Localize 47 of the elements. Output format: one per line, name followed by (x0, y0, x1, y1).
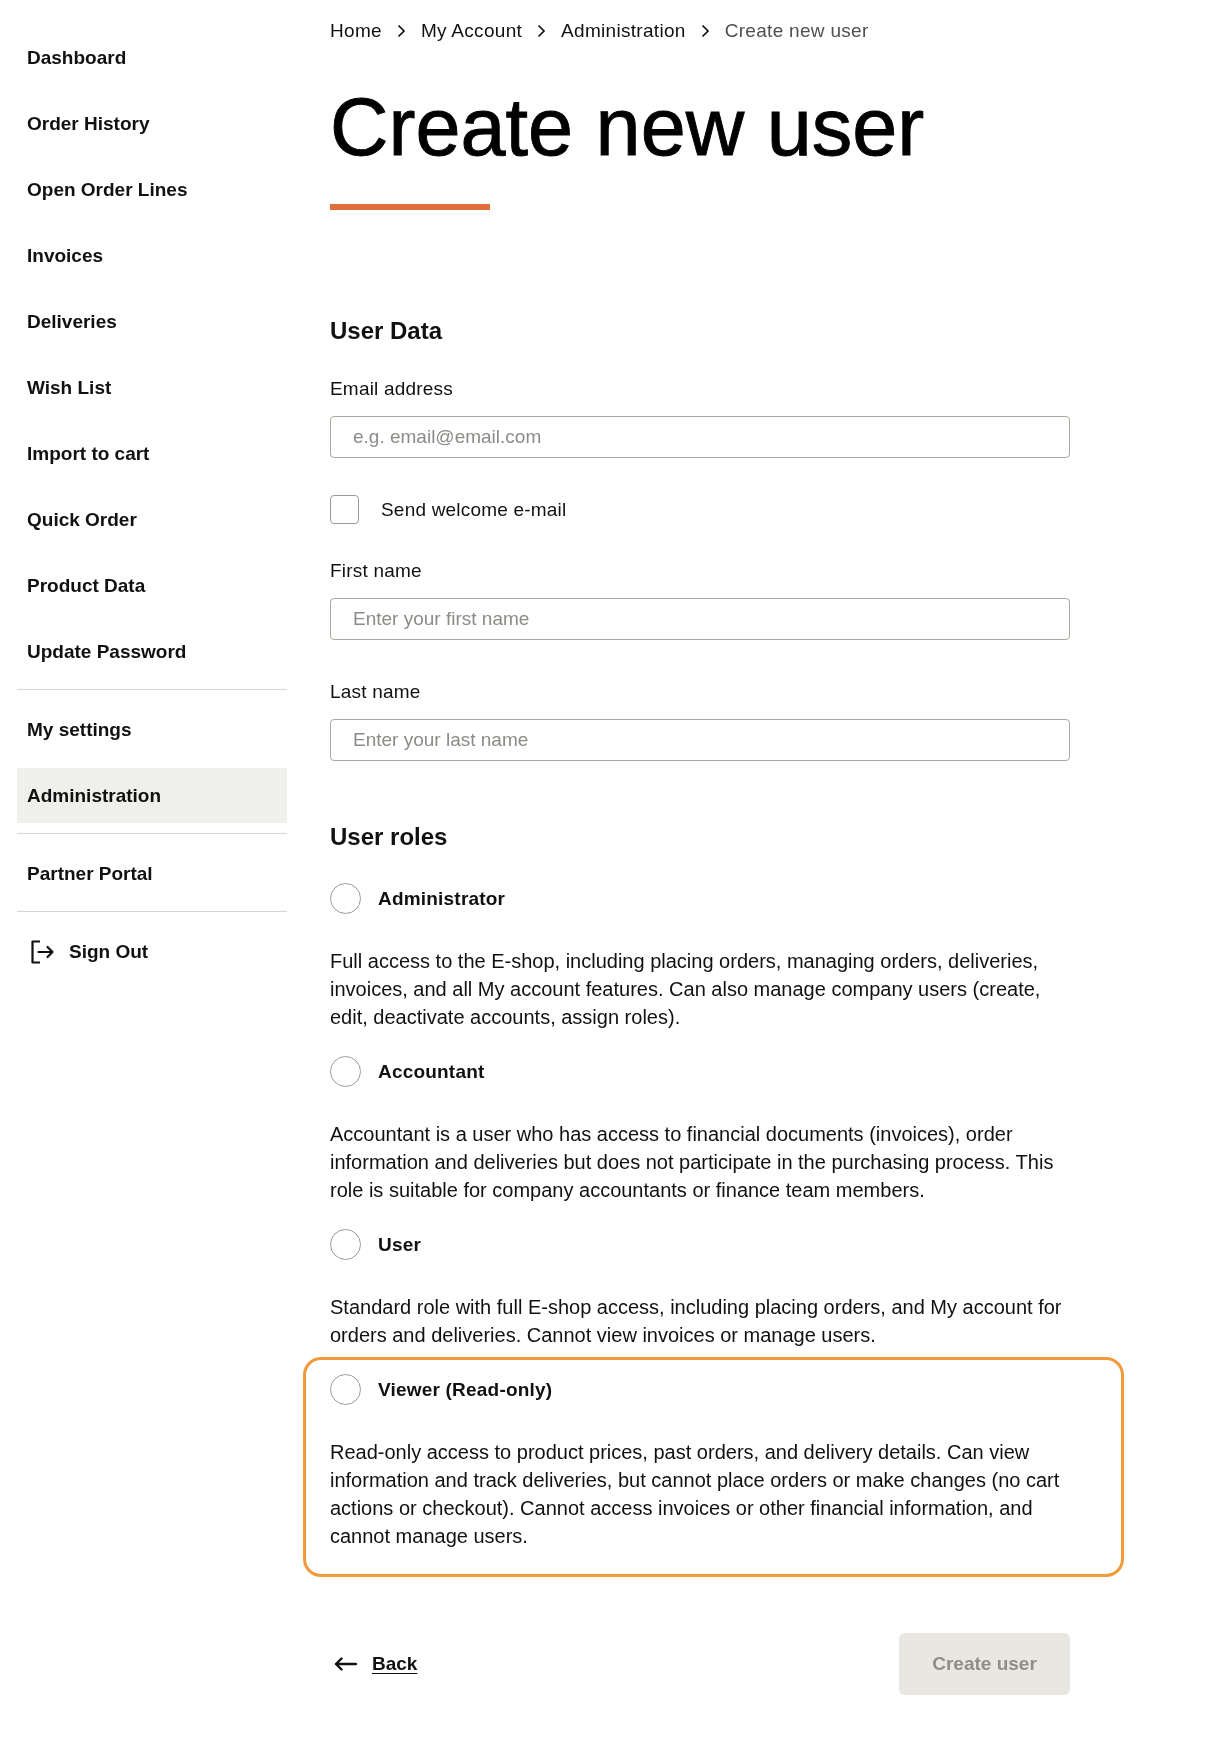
role-description: Read-only access to product prices, past orders, and delivery details. Can view information and track deliveries, but cannot place orders or make changes (no cart actions or checkout). Cannot access invoices or other financial information, and cannot manage users. (330, 1440, 1061, 1549)
chevron-right-icon (700, 24, 710, 38)
breadcrumb-link[interactable]: Home (330, 20, 382, 42)
field-label: Last name (330, 680, 421, 704)
sidebar-item[interactable]: Partner Portal (17, 846, 287, 901)
sidebar-item[interactable]: Invoices (17, 228, 287, 283)
sidebar-item[interactable]: Dashboard (17, 30, 287, 85)
breadcrumb-link[interactable]: My Account (420, 20, 523, 42)
role-description: Standard role with full E-shop access, including placing orders, and My account for orders and deliveries. Cannot view invoices or manage users. (330, 1295, 1063, 1348)
role-name: Administrator (378, 886, 506, 911)
chevron-right-icon (396, 24, 406, 38)
radio-button[interactable] (330, 1056, 361, 1087)
input-field[interactable]: e.g. email@email.com (330, 416, 1070, 458)
chevron-right-icon (537, 24, 547, 38)
sidebar-item[interactable]: Wish List (17, 360, 287, 415)
sidebar-item[interactable]: My settings (17, 702, 287, 757)
sign-out-icon (29, 938, 55, 965)
role-name: Accountant (378, 1059, 485, 1084)
breadcrumb-link[interactable]: Administration (561, 20, 686, 42)
sidebar-item[interactable]: Open Order Lines (17, 162, 287, 217)
checkbox[interactable] (330, 495, 359, 524)
sidebar-item[interactable]: Import to cart (17, 426, 287, 481)
input-field[interactable]: Enter your first name (330, 598, 1070, 640)
role-name: Viewer (Read-only) (378, 1377, 553, 1402)
role-description: Full access to the E-shop, including placing orders, managing orders, deliveries, invoices, and all My account features. Can also manage company users (create, edit, deactivate accounts, assign roles). (330, 949, 1042, 1030)
section-heading: User Data (330, 316, 443, 346)
sidebar-item[interactable]: Update Password (17, 624, 287, 679)
role-description: Accountant is a user who has access to financial documents (invoices), order information and deliveries but does not participate in the purchasing process. This role is suitable for company accountants or finance team members. (330, 1122, 1055, 1203)
section-heading: User roles (330, 822, 448, 852)
sign-out-link[interactable]: Sign Out (17, 924, 149, 979)
input-field[interactable]: Enter your last name (330, 719, 1070, 761)
sidebar-item[interactable]: Order History (17, 96, 287, 151)
page-title: Create new user (330, 87, 925, 168)
radio-button[interactable] (330, 1374, 361, 1405)
arrow-left-icon (334, 1657, 357, 1671)
breadcrumb-current: Create new user (724, 20, 869, 42)
role-name: User (378, 1232, 422, 1257)
sidebar-item[interactable]: Product Data (17, 558, 287, 613)
sidebar-item[interactable]: Deliveries (17, 294, 287, 349)
sidebar-item[interactable]: Quick Order (17, 492, 287, 547)
field-label: First name (330, 559, 422, 583)
sidebar-item[interactable]: Administration (17, 768, 287, 823)
radio-button[interactable] (330, 1229, 361, 1260)
radio-button[interactable] (330, 883, 361, 914)
field-label: Email address (330, 377, 453, 401)
checkbox-label: Send welcome e-mail (381, 497, 567, 522)
back-link[interactable]: Back (330, 1653, 418, 1675)
